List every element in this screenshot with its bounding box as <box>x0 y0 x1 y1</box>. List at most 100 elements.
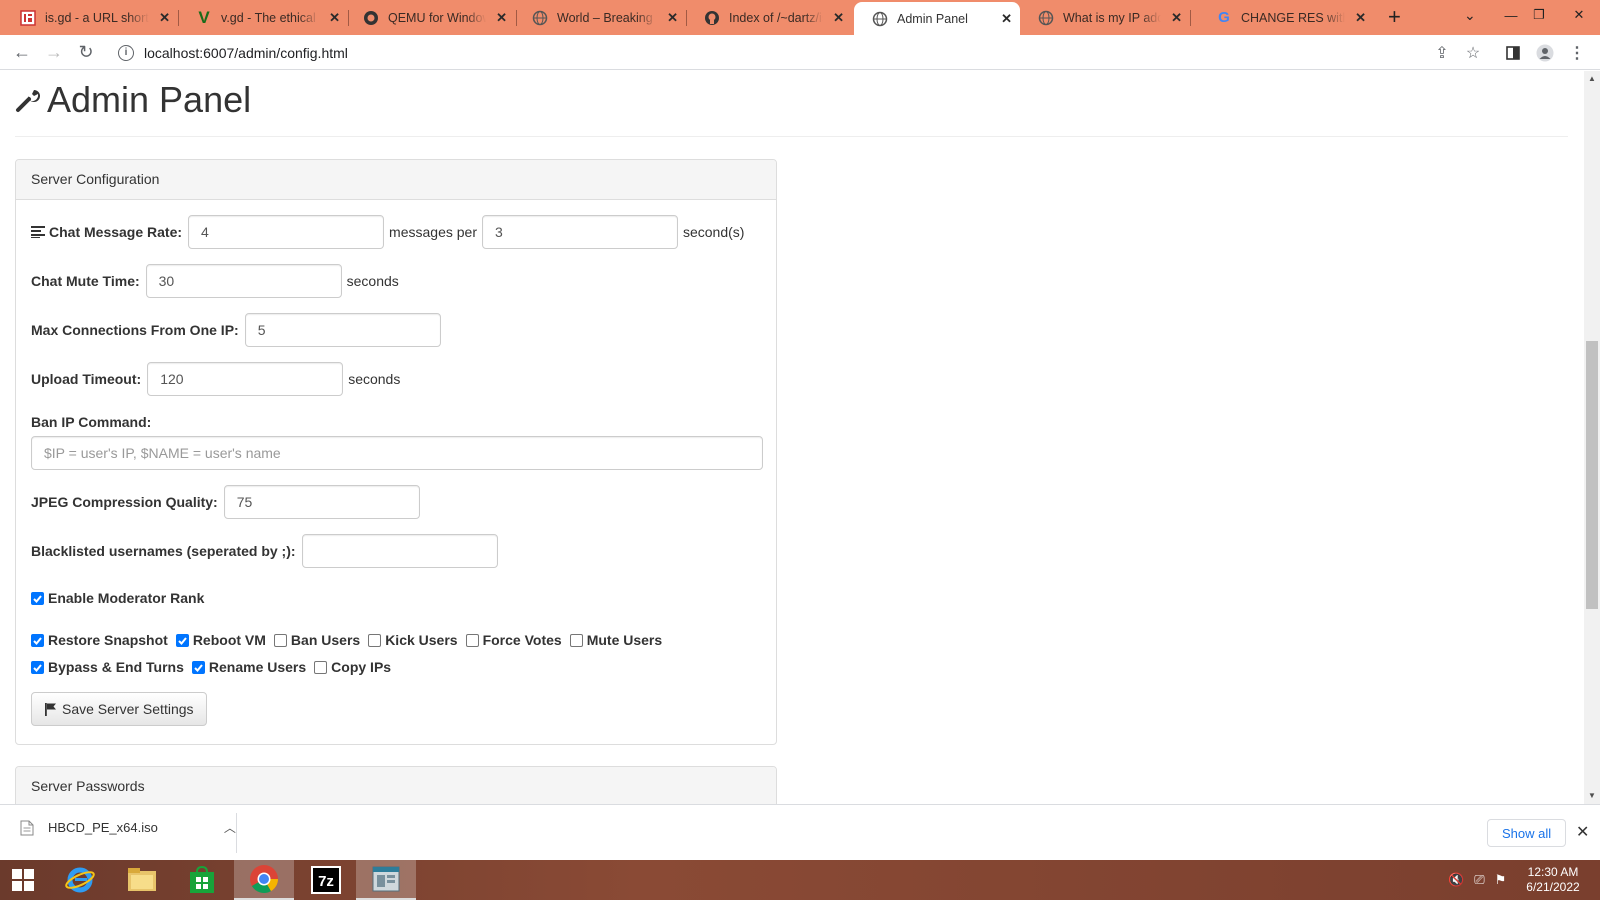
download-filename: HBCD_PE_x64.iso <box>48 820 158 835</box>
forward-button[interactable]: → <box>43 41 65 63</box>
chevron-up-icon[interactable]: ︿ <box>224 819 236 836</box>
chat-rate-seconds-input[interactable] <box>481 215 678 249</box>
show-all-button[interactable]: Show all <box>1487 819 1567 847</box>
divider <box>236 813 237 853</box>
start-button[interactable] <box>0 860 46 900</box>
checkbox-unchecked-icon[interactable] <box>368 633 382 647</box>
taskbar-7zip[interactable]: 7z <box>296 860 356 900</box>
taskbar-store[interactable] <box>172 860 232 900</box>
checkbox-checked-icon[interactable] <box>175 633 189 647</box>
checkbox-unchecked-icon[interactable] <box>465 633 479 647</box>
profile-avatar-icon[interactable] <box>1535 43 1555 63</box>
page-scrollbar[interactable]: ▲ ▼ <box>1584 71 1600 804</box>
close-icon[interactable]: ✕ <box>496 10 507 26</box>
system-clock[interactable]: 12:30 AM 6/21/2022 <box>1518 865 1588 895</box>
messages-per-label: messages per <box>389 224 477 240</box>
tab-search-button[interactable]: ⌄ <box>1464 7 1476 24</box>
ban-ip-label-row: Ban IP Command: <box>31 414 157 430</box>
close-icon[interactable]: ✕ <box>329 10 340 26</box>
max-conn-label: Max Connections From One IP: <box>31 322 239 338</box>
info-icon[interactable]: i <box>118 44 134 61</box>
reload-button[interactable]: ↻ <box>75 41 97 63</box>
close-icon[interactable]: ✕ <box>1171 10 1182 26</box>
perm-ban-users-checkbox[interactable]: Ban Users <box>273 632 360 648</box>
blacklist-input[interactable] <box>301 534 498 568</box>
chat-mute-label: Chat Mute Time: <box>31 273 140 289</box>
scrollbar-thumb[interactable] <box>1586 341 1598 609</box>
close-window-button[interactable]: ✕ <box>1556 0 1600 30</box>
close-icon[interactable]: ✕ <box>1355 10 1366 26</box>
share-icon[interactable]: ⇪ <box>1432 43 1452 63</box>
perm-bypass-end-turns-checkbox[interactable]: Bypass & End Turns <box>31 659 184 675</box>
download-item[interactable]: HBCD_PE_x64.iso ︿ <box>20 819 236 836</box>
checkbox-unchecked-icon[interactable] <box>569 633 583 647</box>
network-icon[interactable]: ⎚ <box>1474 872 1484 888</box>
upload-timeout-input[interactable] <box>147 362 344 396</box>
taskbar-chrome[interactable] <box>234 860 294 900</box>
checkbox-checked-icon[interactable] <box>31 633 44 647</box>
chrome-icon <box>250 865 278 893</box>
checkbox-unchecked-icon[interactable] <box>314 660 328 674</box>
7zip-icon: 7z <box>311 866 341 894</box>
seconds-unit-label: second(s) <box>682 224 745 240</box>
taskbar-app[interactable] <box>356 860 416 900</box>
jpeg-quality-input[interactable] <box>223 485 420 519</box>
save-server-settings-button[interactable]: Save Server Settings <box>31 692 207 726</box>
action-center-flag-icon[interactable]: ⚑ <box>1495 872 1507 888</box>
tab-vgd[interactable]: V v.gd - The ethical URL ✕ <box>178 2 348 33</box>
new-tab-button[interactable]: + <box>1388 4 1401 30</box>
close-icon[interactable]: ✕ <box>667 10 678 26</box>
checkbox-checked-icon[interactable] <box>31 660 44 674</box>
enable-moderator-checkbox[interactable]: Enable Moderator Rank <box>31 590 204 606</box>
close-icon[interactable]: ✕ <box>1001 11 1012 27</box>
tab-admin-panel[interactable]: Admin Panel ✕ <box>854 2 1020 35</box>
taskbar-file-explorer[interactable] <box>112 860 172 900</box>
scroll-down-arrow-icon[interactable]: ▼ <box>1588 791 1596 800</box>
folder-icon <box>128 868 156 891</box>
bookmark-star-icon[interactable]: ☆ <box>1463 43 1483 63</box>
tab-index[interactable]: Index of /~dartz/isos ✕ <box>686 2 852 33</box>
perm-copy-ips-checkbox[interactable]: Copy IPs <box>314 659 391 675</box>
url-text: localhost:6007/admin/config.html <box>144 44 348 61</box>
taskbar-internet-explorer[interactable] <box>50 860 110 900</box>
blacklist-label: Blacklisted usernames (seperated by ;): <box>31 543 296 559</box>
close-icon[interactable]: ✕ <box>159 10 170 26</box>
svg-text:7z: 7z <box>318 873 334 890</box>
menu-kebab-icon[interactable]: ⋮ <box>1567 43 1587 63</box>
tab-world[interactable]: World – Breaking news ✕ <box>514 2 686 33</box>
checkbox-label: Bypass & End Turns <box>48 659 184 675</box>
perm-rename-users-checkbox[interactable]: Rename Users <box>191 659 306 675</box>
max-conn-input[interactable] <box>244 313 441 347</box>
file-icon <box>20 820 34 836</box>
server-passwords-panel: Server Passwords <box>15 766 777 804</box>
qemu-icon <box>363 10 379 26</box>
perm-kick-users-checkbox[interactable]: Kick Users <box>368 632 458 648</box>
close-icon[interactable]: ✕ <box>1576 822 1589 842</box>
enable-mod-row: Enable Moderator Rank <box>31 590 212 606</box>
scroll-up-arrow-icon[interactable]: ▲ <box>1588 74 1596 83</box>
tab-ip[interactable]: What is my IP address ✕ <box>1020 2 1190 33</box>
tab-qemu[interactable]: QEMU for Windows ✕ <box>345 2 515 33</box>
perm-restore-snapshot-checkbox[interactable]: Restore Snapshot <box>31 632 168 648</box>
side-panel-icon[interactable] <box>1503 43 1523 63</box>
chat-rate-messages-input[interactable] <box>188 215 385 249</box>
tab-change-res[interactable]: G CHANGE RES without ✕ <box>1198 2 1374 33</box>
back-button[interactable]: ← <box>11 41 33 63</box>
divider <box>15 136 1568 137</box>
ban-ip-command-input[interactable] <box>31 436 763 470</box>
upload-timeout-label: Upload Timeout: <box>31 371 142 387</box>
max-conn-row: Max Connections From One IP: <box>31 313 441 347</box>
checkbox-checked-icon[interactable] <box>31 591 44 605</box>
checkbox-unchecked-icon[interactable] <box>273 633 287 647</box>
volume-muted-icon[interactable]: 🔇 <box>1448 872 1464 888</box>
tab-isgd[interactable]: is.gd - a URL shortener ✕ <box>2 2 178 33</box>
perm-mute-users-checkbox[interactable]: Mute Users <box>569 632 662 648</box>
perm-force-votes-checkbox[interactable]: Force Votes <box>465 632 562 648</box>
perm-reboot-vm-checkbox[interactable]: Reboot VM <box>175 632 266 648</box>
address-bar[interactable]: i localhost:6007/admin/config.html <box>110 39 1470 66</box>
chat-mute-input[interactable] <box>145 264 342 298</box>
close-icon[interactable]: ✕ <box>833 10 844 26</box>
blacklist-row: Blacklisted usernames (seperated by ;): <box>31 534 498 568</box>
github-icon <box>704 10 720 26</box>
checkbox-checked-icon[interactable] <box>191 660 205 674</box>
